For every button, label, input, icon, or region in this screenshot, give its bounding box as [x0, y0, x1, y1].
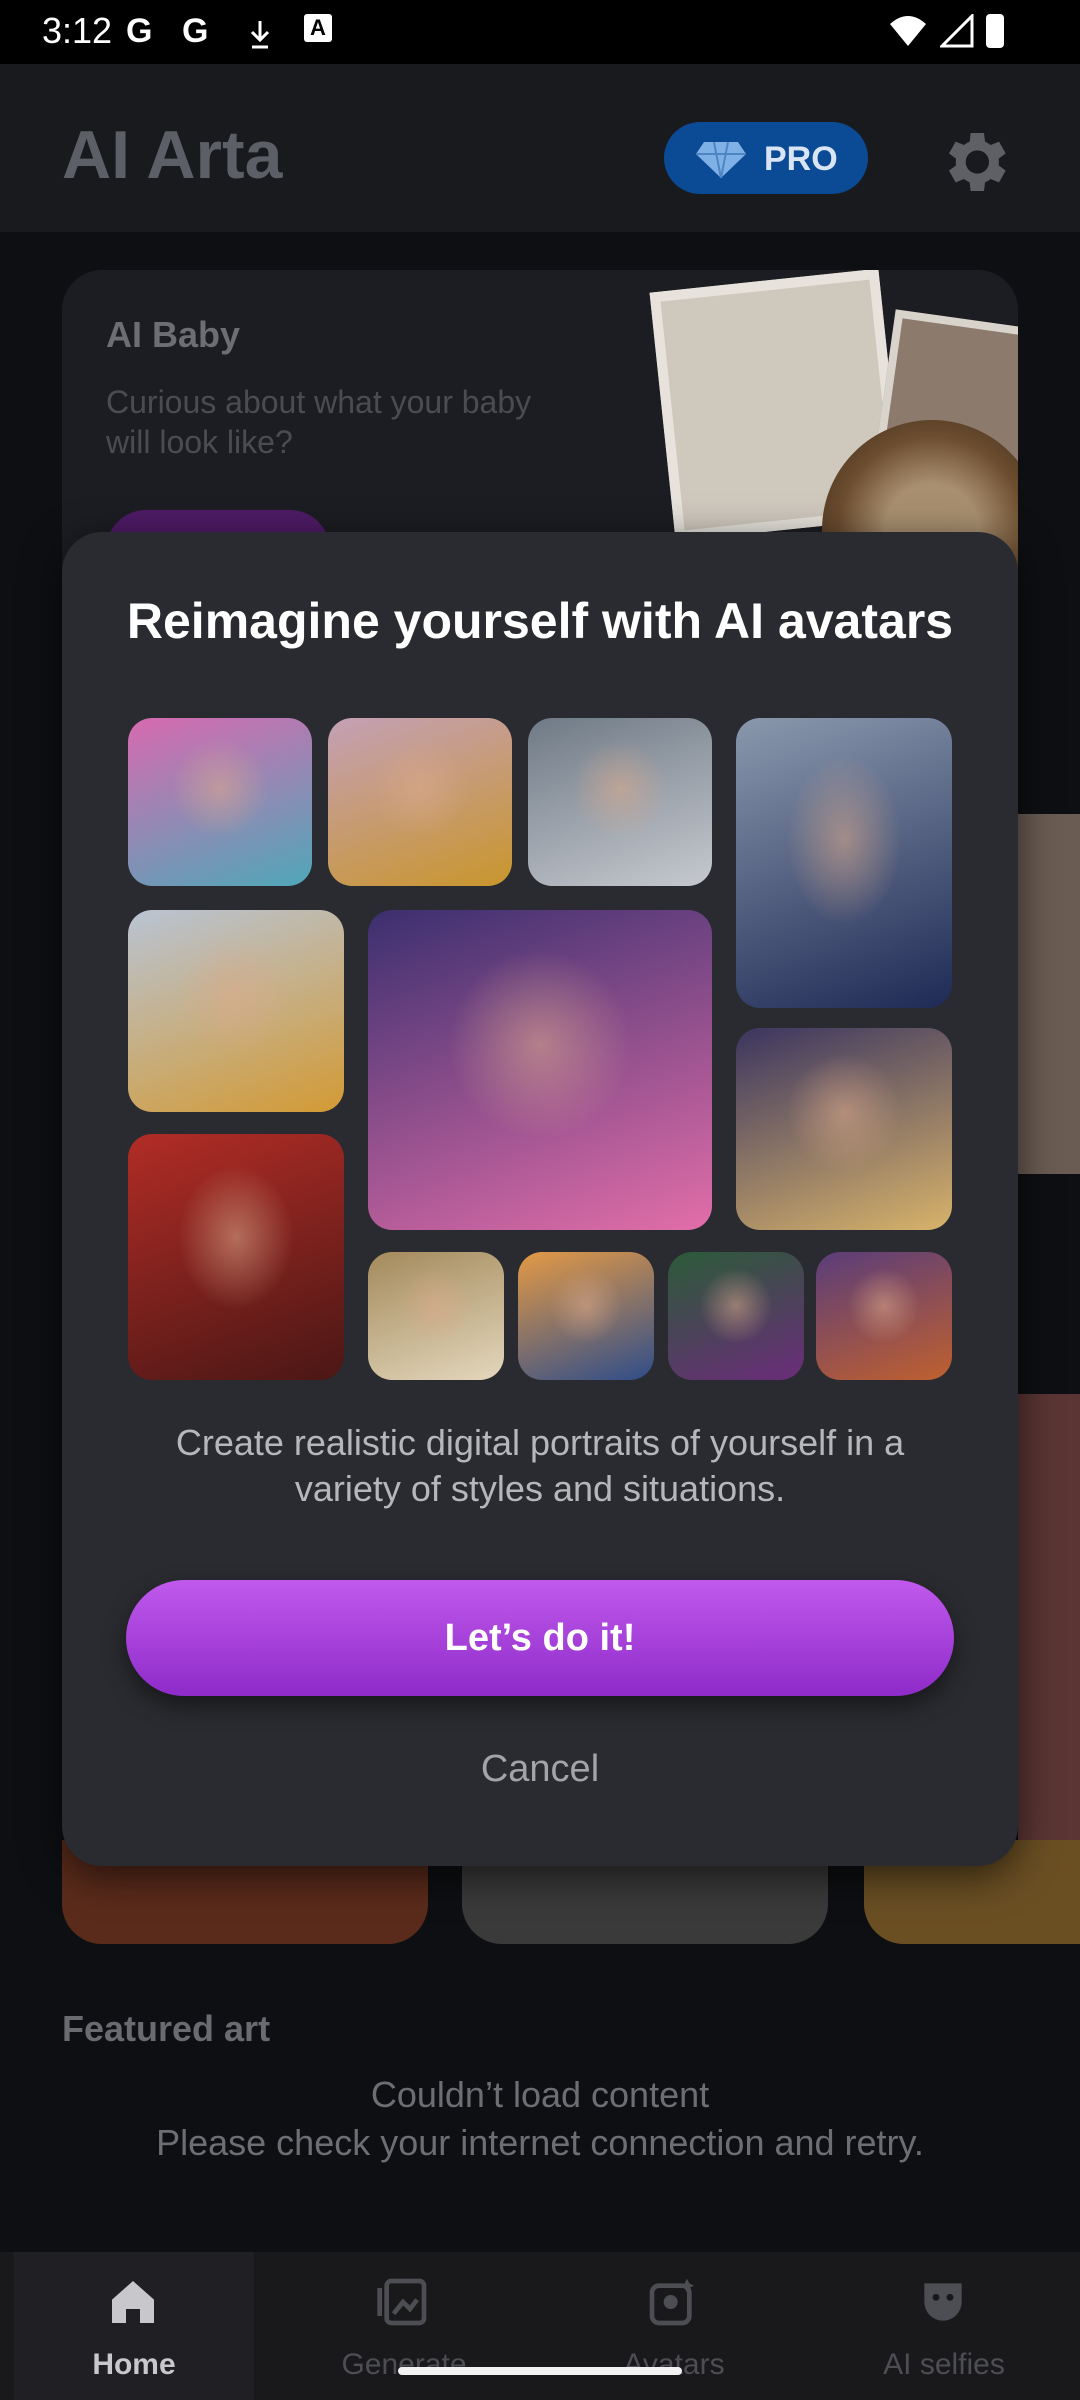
error-message[interactable]: Please check your internet connection an…	[150, 2120, 930, 2166]
avatar-football-player-image	[736, 718, 952, 1008]
nav-avatars[interactable]: Avatars	[554, 2252, 794, 2400]
nav-label: Avatars	[623, 2348, 725, 2381]
gear-icon[interactable]	[934, 122, 1014, 202]
dialog-description: Create realistic digital portraits of yo…	[175, 1422, 905, 1509]
pro-button[interactable]: PRO	[664, 122, 868, 194]
ai-baby-subtitle: Curious about what your baby will look l…	[106, 384, 532, 460]
lets-do-it-button[interactable]: Let’s do it!	[126, 1580, 954, 1696]
dialog-title: Reimagine yourself with AI avatars	[126, 593, 954, 649]
nav-ai-selfies[interactable]: AI selfies	[824, 2252, 1064, 2400]
app-bar: AI Arta PRO	[0, 64, 1080, 232]
avatar-white-haired-warrior-image	[128, 1134, 344, 1380]
nav-label: AI selfies	[883, 2348, 1005, 2381]
avatar-man-top-hat-image	[368, 1252, 504, 1380]
carousel-image-peek	[1018, 814, 1080, 1174]
google-icon: G	[126, 12, 153, 50]
avatar-sorceress-image	[668, 1252, 804, 1380]
avatar-pink-hair-woman-image	[368, 910, 712, 1230]
ai-baby-title: AI Baby	[106, 314, 241, 355]
battery-icon	[986, 14, 1004, 48]
a-icon: A	[304, 14, 332, 42]
gesture-bar[interactable]	[398, 2367, 682, 2375]
avatar-mad-hatter-image	[816, 1252, 952, 1380]
pro-label: PRO	[764, 140, 838, 178]
avatar-woman-yellow-beanie-image	[128, 910, 344, 1112]
featured-art-title: Featured art	[62, 2008, 271, 2049]
avatars-promo-dialog: Reimagine yourself with AI avatars Creat…	[62, 532, 1018, 1866]
avatar-woman-yellow-jacket-image	[328, 718, 512, 886]
status-bar: 3:12 G G A	[0, 0, 1080, 64]
nav-home[interactable]: Home	[14, 2252, 254, 2400]
status-time: 3:12	[42, 10, 113, 51]
google-icon: G	[182, 12, 209, 50]
home-icon	[112, 2281, 154, 2323]
avatar-man-teddy-bear-image	[128, 718, 312, 886]
avatar-astronaut-image	[528, 718, 712, 886]
signal-icon	[940, 14, 974, 48]
generate-icon	[377, 2278, 427, 2326]
avatar-anime-captain-image	[518, 1252, 654, 1380]
nav-label: Generate	[341, 2348, 467, 2381]
bottom-nav: Home Generate Avatars AI selfies	[0, 2252, 1080, 2400]
mask-icon	[924, 2283, 962, 2321]
nav-generate[interactable]: Generate	[284, 2252, 524, 2400]
cancel-button[interactable]: Cancel	[390, 1748, 690, 1808]
avatars-icon	[649, 2278, 694, 2326]
wifi-icon	[890, 16, 926, 46]
nav-label: Home	[92, 2348, 176, 2381]
avatar-blonde-woman-image	[736, 1028, 952, 1230]
error-title: Couldn’t load content	[370, 2074, 710, 2115]
download-icon	[250, 21, 270, 49]
diamond-icon	[696, 141, 746, 179]
app-title: AI Arta	[62, 117, 283, 193]
